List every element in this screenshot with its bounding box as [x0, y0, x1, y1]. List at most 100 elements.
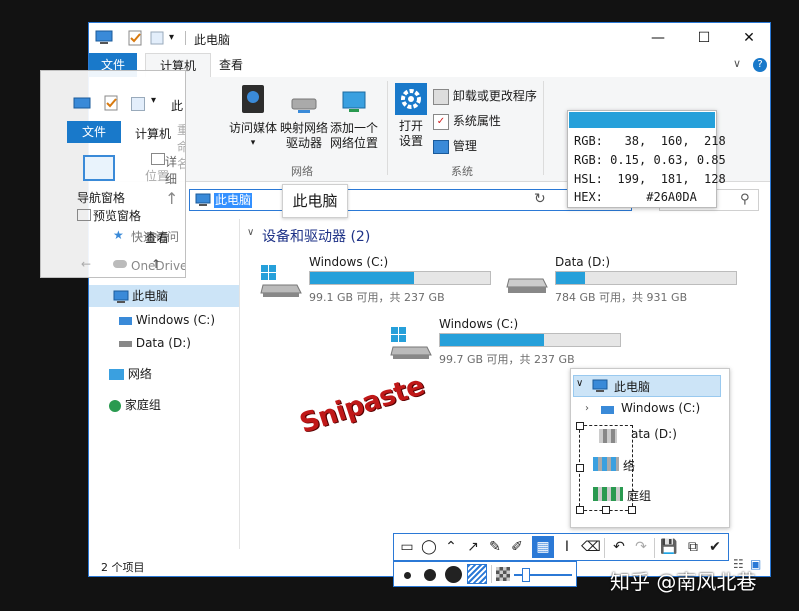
details-icon [151, 153, 165, 165]
chevron-down-icon: ∨ [576, 378, 584, 389]
resize-handle[interactable] [576, 422, 584, 430]
section-title[interactable]: 设备和驱动器 (2) [262, 226, 370, 246]
access-media-button[interactable]: 访问媒体 ▾ [227, 83, 279, 151]
network-icon [109, 369, 124, 380]
new-folder-icon [131, 97, 145, 111]
drive-tile[interactable]: Windows (C:) 99.1 GB 可用，共 237 GB [259, 255, 499, 305]
hsl-value: HSL: 199, 181, 128 [574, 172, 726, 186]
text-tool-icon[interactable]: Ⅰ [556, 536, 578, 558]
blur-mode-icon[interactable] [467, 564, 487, 584]
network-group-label: 网络 [291, 165, 313, 178]
new-folder-icon[interactable] [149, 30, 165, 46]
resize-handle[interactable] [576, 506, 584, 514]
minimize-button[interactable]: — [635, 23, 681, 53]
uninstall-button[interactable]: 卸载或更改程序 [433, 87, 537, 105]
collapse-ribbon-icon[interactable]: ∨ [733, 57, 741, 70]
pencil-tool-icon[interactable]: ✎ [484, 536, 506, 558]
toolbar-divider [604, 538, 605, 558]
nav-item-this-pc[interactable]: 此电脑 [89, 285, 239, 307]
refresh-icon[interactable]: ↻ [534, 191, 546, 207]
add-location-label-2: 网络位置 [329, 136, 378, 150]
drive-free-space: 99.1 GB 可用，共 237 GB [309, 291, 445, 304]
drive-name: Windows (C:) [439, 317, 519, 331]
nav-item-windows-c[interactable]: Windows (C:) [119, 309, 215, 331]
windows-drive-icon [601, 406, 614, 414]
drive-name: Data (D:) [555, 255, 611, 269]
up-arrow-icon: ↑ [165, 189, 179, 208]
resize-handle[interactable] [576, 464, 584, 472]
marker-tool-icon[interactable]: ✐ [506, 536, 528, 558]
qat-dropdown-icon[interactable]: ▾ [169, 30, 185, 46]
confirm-icon[interactable]: ✔ [704, 536, 726, 558]
address-text[interactable]: 此电脑 [214, 193, 253, 208]
pinned-snip-tree[interactable]: ∨ 此电脑 › Windows (C:) ata (D:) 络 庭组 [570, 368, 730, 528]
drive-icon [119, 340, 132, 347]
map-drive-button[interactable]: 映射网络 驱动器 [279, 91, 329, 151]
ghost-preview-pane: 预览窗格 [93, 209, 142, 223]
uninstall-icon [433, 88, 449, 105]
size-small-icon[interactable] [404, 572, 411, 579]
close-button[interactable]: ✕ [726, 23, 770, 53]
resize-handle[interactable] [628, 506, 636, 514]
nav-item-network[interactable]: 网络 [109, 363, 152, 385]
manage-button[interactable]: 管理 [433, 137, 477, 154]
drive-tile[interactable]: Data (D:) 784 GB 可用，共 931 GB [505, 255, 745, 305]
properties-icon[interactable] [127, 30, 143, 46]
color-swatch [569, 112, 715, 128]
ellipse-tool-icon[interactable]: ◯ [418, 536, 440, 558]
polyline-tool-icon[interactable]: ⌃ [440, 536, 462, 558]
add-network-location-button[interactable]: 添加一个 网络位置 [329, 89, 379, 151]
mosaic-mode-icon[interactable] [496, 567, 510, 581]
ghost-tab-file: 文件 [67, 121, 121, 143]
mosaic-block [593, 487, 623, 501]
nav-item-data-d[interactable]: Data (D:) [119, 332, 191, 354]
drive-tile[interactable]: Windows (C:) 99.7 GB 可用，共 237 GB [389, 317, 629, 367]
drive-free-space: 784 GB 可用，共 931 GB [555, 291, 688, 304]
nav-label: Data (D:) [135, 336, 191, 350]
media-icon [242, 85, 264, 113]
help-icon[interactable]: ? [753, 58, 767, 72]
properties-icon [103, 95, 119, 114]
system-properties-button[interactable]: ✓ 系统属性 [433, 112, 501, 130]
nav-label: 家庭组 [124, 398, 161, 412]
open-settings-button[interactable]: 打开 设置 [391, 83, 431, 149]
watermark: 知乎 @南风北巷 [610, 570, 757, 594]
chevron-down-icon[interactable]: ∨ [247, 227, 254, 238]
undo-icon[interactable]: ↶ [608, 536, 630, 558]
tab-view[interactable]: 查看 [205, 53, 257, 77]
back-arrow-icon: ← [81, 257, 92, 271]
size-medium-icon[interactable] [424, 569, 436, 581]
ghost-details: 详细 [165, 155, 178, 186]
arrow-tool-icon[interactable]: ↗ [462, 536, 484, 558]
dropdown-arrow-icon: ▾ [250, 138, 256, 148]
copy-icon[interactable]: ⧉ [682, 536, 704, 558]
eraser-tool-icon[interactable]: ⌫ [580, 536, 602, 558]
preview-pane-icon [77, 209, 91, 221]
resize-handle[interactable] [602, 506, 610, 514]
computer-icon [95, 30, 113, 46]
nav-label: Windows (C:) [135, 313, 215, 327]
network-location-icon [342, 91, 366, 112]
up-arrow-icon: ↑ [151, 257, 162, 271]
nav-label: 此电脑 [132, 289, 169, 303]
save-icon[interactable]: 💾 [658, 536, 680, 558]
map-drive-label-2: 驱动器 [285, 136, 322, 150]
system-properties-label: 系统属性 [452, 114, 501, 128]
redo-icon[interactable]: ↷ [630, 536, 652, 558]
size-large-icon[interactable] [445, 566, 462, 583]
windows-drive-icon [390, 327, 432, 359]
annotation-toolbar: ▭ ◯ ⌃ ↗ ✎ ✐ ▦ Ⅰ ⌫ ↶ ↷ 💾 ⧉ ✔ [393, 533, 729, 561]
hex-value: HEX: #26A0DA [574, 190, 697, 204]
pinned-snip-ribbon[interactable]: ▾ 此 文件 计算机 重命名 位置 详细 导航窗格 预览窗格 ↑ ★ 快速访问 … [40, 70, 186, 278]
mosaic-tool-icon[interactable]: ▦ [532, 536, 554, 558]
rectangle-tool-icon[interactable]: ▭ [396, 536, 418, 558]
nav-item-homegroup[interactable]: 家庭组 [109, 394, 161, 416]
search-icon[interactable]: ⚲ [740, 192, 750, 207]
ribbon-separator [387, 81, 388, 175]
computer-icon [195, 193, 211, 210]
maximize-button[interactable]: ☐ [681, 23, 727, 53]
tooltip: 此电脑 [282, 184, 348, 218]
address-bar[interactable]: 此电脑 ▾ [189, 189, 632, 211]
slider-handle[interactable] [522, 568, 530, 582]
map-drive-icon [291, 98, 317, 113]
